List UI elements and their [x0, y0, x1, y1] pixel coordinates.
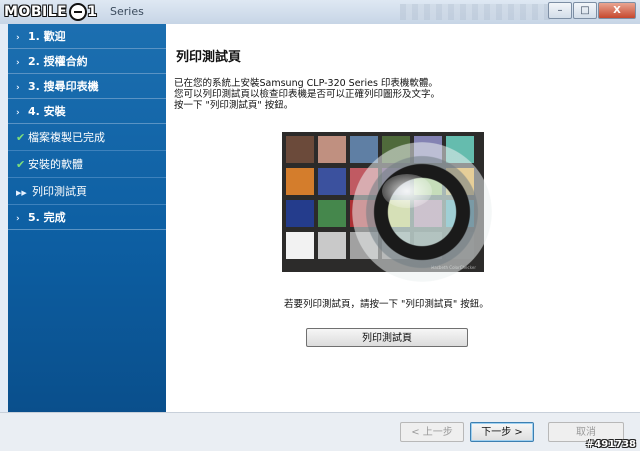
sidebar-item: › 4. 安裝 [8, 99, 166, 124]
sidebar-item: ✔ 檔案複製已完成 [8, 124, 166, 151]
check-icon: ✔ [16, 158, 26, 171]
color-swatch [318, 200, 346, 227]
check-icon: ✔ [16, 131, 26, 144]
sidebar-item: › 2. 授權合約 [8, 49, 166, 74]
sidebar-item: › 5. 完成 [8, 205, 166, 230]
sidebar-item-label: 檔案複製已完成 [28, 131, 105, 144]
sidebar-item: › 3. 搜尋印表機 [8, 74, 166, 99]
caption-buttons: – □ X [547, 2, 636, 19]
window-title: Series [110, 5, 144, 18]
chevron-right-icon: › [16, 83, 20, 93]
back-button[interactable]: < 上一步 [400, 422, 464, 442]
color-swatch [286, 200, 314, 227]
color-swatch [318, 136, 346, 163]
sidebar-item-label: 安裝的軟體 [28, 158, 83, 171]
description-line: 已在您的系統上安裝Samsung CLP-320 Series 印表機軟體。 [174, 78, 438, 89]
watermark: #491738 [585, 439, 636, 450]
description: 已在您的系統上安裝Samsung CLP-320 Series 印表機軟體。 您… [174, 78, 440, 111]
sidebar-item: ✔ 安裝的軟體 [8, 151, 166, 178]
chevron-right-icon: › [16, 58, 20, 68]
next-button[interactable]: 下一步 > [470, 422, 534, 442]
chevron-right-icon: › [16, 214, 20, 224]
logo-digit: 1 [87, 4, 98, 20]
sidebar-item-label: 2. 授權合約 [28, 55, 88, 68]
color-swatch [350, 136, 378, 163]
magnifier-lens-icon [352, 142, 492, 282]
description-line: 按一下 "列印測試頁" 按鈕。 [174, 100, 294, 111]
sidebar-item-label: 3. 搜尋印表機 [28, 80, 99, 93]
title-bar[interactable]: MOBILE 1 Series – □ X [0, 0, 640, 24]
current-step-icon: ▶▶ [16, 189, 27, 197]
instruction-text: 若要列印測試頁，請按一下 "列印測試頁" 按鈕。 [284, 299, 489, 310]
mobile01-logo: MOBILE 1 [4, 2, 97, 22]
sidebar-item-label: 5. 完成 [28, 211, 66, 224]
color-swatch [286, 232, 314, 259]
installer-window: MOBILE 1 Series – □ X › 1. 歡迎 › 2. 授權合約 › 3. … [0, 0, 640, 451]
color-swatch [286, 168, 314, 195]
step-sidebar: › 1. 歡迎 › 2. 授權合約 › 3. 搜尋印表機 › 4. 安裝 ✔ 檔案複製已完成 ✔ 安裝… [8, 24, 166, 412]
logo-circle-icon [69, 3, 88, 21]
sidebar-item: › 1. 歡迎 [8, 24, 166, 49]
color-swatch [318, 168, 346, 195]
sidebar-item: ▶▶ 列印測試頁 [8, 178, 166, 205]
maximize-button[interactable]: □ [573, 2, 597, 19]
close-button[interactable]: X [598, 2, 636, 19]
main-content: 列印測試頁 已在您的系統上安裝Samsung CLP-320 Series 印表… [166, 24, 640, 412]
navigation-bar: < 上一步 下一步 > 取消 #491738 [0, 412, 640, 451]
sidebar-item-label: 列印測試頁 [32, 185, 87, 198]
chevron-right-icon: › [16, 108, 20, 118]
print-test-page-button[interactable]: 列印測試頁 [306, 328, 468, 347]
page-title: 列印測試頁 [176, 50, 242, 65]
sidebar-item-label: 1. 歡迎 [28, 30, 66, 43]
color-swatch [318, 232, 346, 259]
logo-text: MOBILE [4, 4, 68, 20]
color-swatch [286, 136, 314, 163]
blurred-title-area [400, 4, 550, 20]
description-line: 您可以列印測試頁以檢查印表機是否可以正確列印圖形及文字。 [174, 89, 441, 100]
chevron-right-icon: › [16, 33, 20, 43]
lens-highlight [382, 174, 432, 208]
minimize-button[interactable]: – [548, 2, 572, 19]
sidebar-item-label: 4. 安裝 [28, 105, 66, 118]
